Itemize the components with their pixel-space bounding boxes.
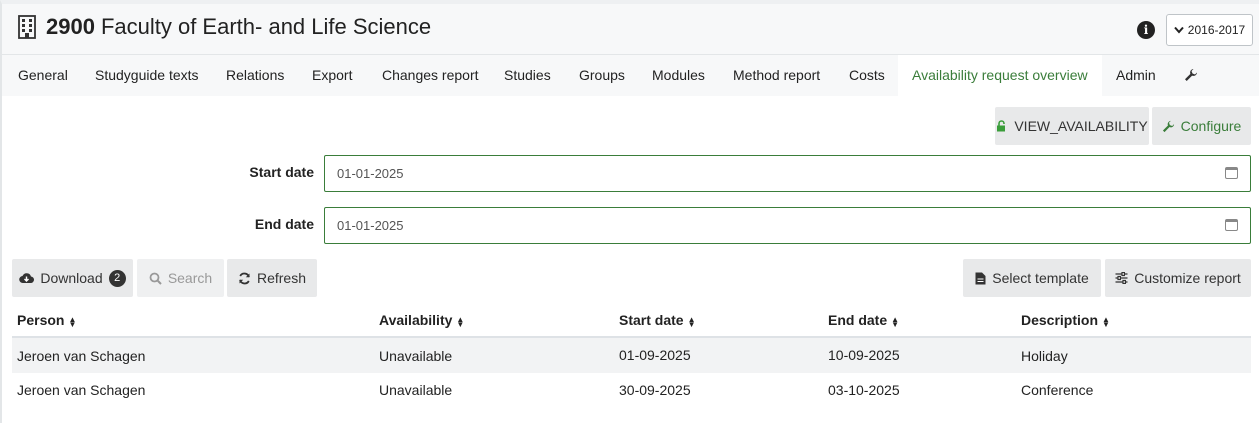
sort-icon[interactable]: ▲ ▼ [1102,315,1110,328]
download-count-badge: 2 [108,269,126,287]
year-label: 2016-2017 [1187,23,1246,37]
refresh-label: Refresh [256,270,307,286]
tab-changes-report[interactable]: Changes report [382,55,479,96]
column-header-end-date[interactable]: End date ▲ ▼ [828,312,899,328]
entity-name: Faculty of Earth- and Life Science [100,14,432,39]
end-date-label: End date [254,216,314,232]
search-label: Search [167,270,213,286]
tab-groups[interactable]: Groups [579,55,625,96]
cell-description: Conference [1021,382,1094,398]
search-button[interactable]: Search [137,259,224,297]
info-icon[interactable]: i [1137,21,1155,39]
cell-start-date: 01-09-2025 [619,347,691,363]
cell-description: Holiday [1021,348,1068,364]
customize-report-label: Customize report [1134,270,1241,286]
wrench-tab[interactable] [1184,68,1198,84]
page-title: 2900 Faculty of Earth- and Life Science [18,14,431,40]
calendar-icon[interactable] [1225,219,1238,231]
tab-studies[interactable]: Studies [504,55,551,96]
cell-end-date: 10-09-2025 [828,347,900,363]
start-date-value: 01-01-2025 [337,166,404,181]
sliders-icon [1115,272,1128,284]
tab-general[interactable]: General [18,55,68,96]
tab-costs[interactable]: Costs [849,55,885,96]
view-availability-label: VIEW_AVAILABILITY [1014,118,1148,134]
tab-studyguide-texts[interactable]: Studyguide texts [95,55,199,96]
view-availability-button[interactable]: VIEW_AVAILABILITY [995,107,1149,145]
cell-start-date: 30-09-2025 [619,382,691,398]
select-template-label: Select template [992,270,1089,286]
file-icon [975,272,986,284]
start-date-label: Start date [249,164,314,180]
download-button[interactable]: Download 2 [12,259,133,297]
refresh-button[interactable]: Refresh [227,259,317,297]
column-header-availability[interactable]: Availability ▲ ▼ [379,312,464,328]
cloud-download-icon [19,273,35,284]
end-date-value: 01-01-2025 [337,218,404,233]
sort-icon[interactable]: ▲ ▼ [456,315,464,328]
configure-label: Configure [1180,118,1242,134]
start-date-input[interactable]: 01-01-2025 [324,155,1251,192]
tab-bar: General Studyguide texts Relations Expor… [0,55,1259,96]
end-date-input[interactable]: 01-01-2025 [324,207,1251,244]
sort-icon[interactable]: ▲ ▼ [68,315,76,328]
tab-modules[interactable]: Modules [652,55,705,96]
cell-availability: Unavailable [379,382,453,398]
tab-method-report[interactable]: Method report [733,55,820,96]
cell-person: Jeroen van Schagen [17,382,146,398]
column-header-person[interactable]: Person ▲ ▼ [17,312,76,328]
tab-availability-request-overview[interactable]: Availability request overview [898,55,1102,96]
page-header: 2900 Faculty of Earth- and Life Science … [0,0,1259,55]
customize-report-button[interactable]: Customize report [1105,259,1251,297]
search-icon [149,272,162,285]
column-header-start-date[interactable]: Start date ▲ ▼ [619,312,696,328]
calendar-icon[interactable] [1225,167,1238,179]
wrench-icon [1162,120,1174,132]
cell-person: Jeroen van Schagen [17,348,146,364]
sort-icon[interactable]: ▲ ▼ [891,315,899,328]
configure-button[interactable]: Configure [1152,107,1251,145]
tab-export[interactable]: Export [312,55,352,96]
chevron-down-icon [1174,26,1184,34]
tab-admin[interactable]: Admin [1116,55,1156,96]
select-template-button[interactable]: Select template [963,259,1101,297]
year-select-button[interactable]: 2016-2017 [1166,14,1253,46]
entity-code: 2900 [46,14,95,39]
sort-icon[interactable]: ▲ ▼ [688,315,696,328]
column-header-description[interactable]: Description ▲ ▼ [1021,312,1110,328]
building-icon [18,15,36,39]
tab-relations[interactable]: Relations [226,55,284,96]
wrench-icon [1185,69,1197,81]
unlock-icon [997,120,1006,132]
cell-availability: Unavailable [379,348,453,364]
download-label: Download [40,270,103,286]
cell-end-date: 03-10-2025 [828,382,900,398]
refresh-icon [239,272,250,284]
